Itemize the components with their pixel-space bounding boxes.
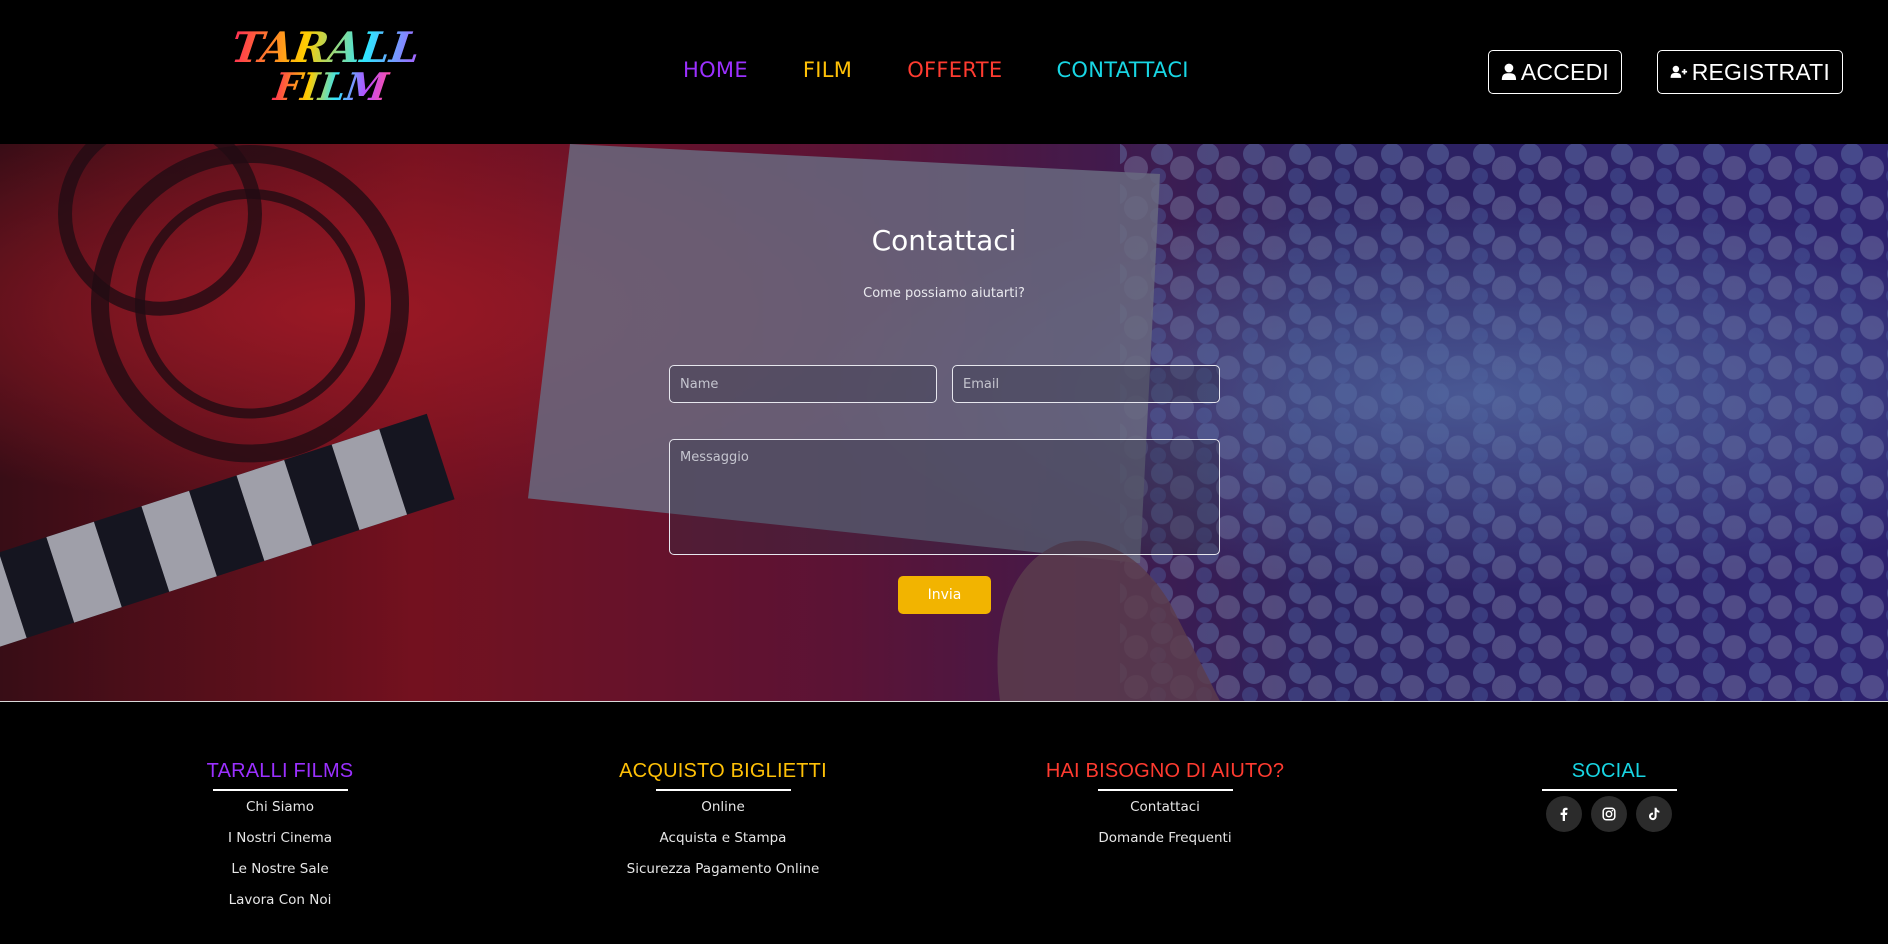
facebook-icon xyxy=(1560,807,1568,821)
footer-col2-title: ACQUISTO BIGLIETTI xyxy=(619,760,827,782)
footer-col1-title: TARALLI FILMS xyxy=(206,760,354,782)
footer-col4-divider xyxy=(1541,789,1677,791)
footer-column-social: SOCIAL xyxy=(1531,760,1687,832)
footer-link-label: Contattaci xyxy=(1130,799,1200,815)
site-footer: TARALLI FILMS Chi Siamo I Nostri Cinema … xyxy=(0,703,1888,944)
name-input[interactable] xyxy=(669,365,937,403)
footer-link-acquista-stampa[interactable]: Acquista e Stampa xyxy=(611,826,835,857)
site-header: TARALLI's FILM HOME FILM OFFERTE CONTATT… xyxy=(0,0,1888,144)
contact-subtitle: Come possiamo aiutarti? xyxy=(863,286,1025,301)
footer-link-label: Online xyxy=(701,799,745,815)
footer-link-label: I Nostri Cinema xyxy=(227,830,332,846)
nav-film[interactable]: FILM xyxy=(803,58,852,82)
nav-home[interactable]: HOME xyxy=(683,58,748,82)
tiktok-button[interactable] xyxy=(1636,796,1672,832)
footer-link-online[interactable]: Online xyxy=(611,795,835,826)
send-button[interactable]: Invia xyxy=(898,576,991,614)
contact-hero: Contattaci Come possiamo aiutarti? Invia xyxy=(0,144,1888,702)
registrati-button[interactable]: REGISTRATI xyxy=(1657,50,1843,94)
footer-link-lavora-con-noi[interactable]: Lavora Con Noi xyxy=(199,888,361,919)
footer-link-label: Sicurezza Pagamento Online xyxy=(626,861,820,877)
social-links xyxy=(1531,796,1687,832)
logo-text-line2: FILM xyxy=(270,65,393,110)
footer-column-aiuto: HAI BISOGNO DI AIUTO? Contattaci Domande… xyxy=(1040,760,1290,857)
tiktok-icon xyxy=(1649,807,1660,821)
email-input[interactable] xyxy=(952,365,1220,403)
registrati-label: REGISTRATI xyxy=(1691,58,1830,85)
footer-column-taralli-films: TARALLI FILMS Chi Siamo I Nostri Cinema … xyxy=(199,760,361,919)
footer-link-chi-siamo[interactable]: Chi Siamo xyxy=(199,795,361,826)
nav-offerte[interactable]: OFFERTE xyxy=(907,58,1002,82)
footer-link-label: Domande Frequenti xyxy=(1098,830,1232,846)
facebook-button[interactable] xyxy=(1546,796,1582,832)
footer-col3-title: HAI BISOGNO DI AIUTO? xyxy=(1045,760,1285,782)
accedi-button[interactable]: ACCEDI xyxy=(1488,50,1622,94)
footer-col3-divider xyxy=(1097,789,1233,791)
site-logo[interactable]: TARALLI's FILM xyxy=(232,18,417,110)
footer-link-contattaci[interactable]: Contattaci xyxy=(1040,795,1290,826)
nav-contattaci[interactable]: CONTATTACI xyxy=(1056,58,1188,82)
contact-title: Contattaci xyxy=(871,224,1017,257)
footer-column-acquisto-biglietti: ACQUISTO BIGLIETTI Online Acquista e Sta… xyxy=(611,760,835,888)
instagram-button[interactable] xyxy=(1591,796,1627,832)
main-nav: HOME FILM OFFERTE CONTATTACI xyxy=(683,58,1189,82)
accedi-label: ACCEDI xyxy=(1520,58,1609,85)
footer-link-label: Acquista e Stampa xyxy=(659,830,787,846)
user-plus-icon xyxy=(1670,65,1688,78)
footer-link-nostre-sale[interactable]: Le Nostre Sale xyxy=(199,857,361,888)
footer-col4-title: SOCIAL xyxy=(1571,760,1647,782)
message-textarea[interactable] xyxy=(669,439,1220,555)
footer-link-label: Chi Siamo xyxy=(245,799,315,815)
user-icon xyxy=(1501,63,1517,80)
footer-col2-divider xyxy=(655,789,791,791)
footer-link-label: Lavora Con Noi xyxy=(228,892,332,908)
instagram-icon xyxy=(1602,807,1616,821)
footer-link-sicurezza-pagamento[interactable]: Sicurezza Pagamento Online xyxy=(611,857,835,888)
footer-link-label: Le Nostre Sale xyxy=(231,861,329,877)
footer-col1-divider xyxy=(212,789,348,791)
footer-link-nostri-cinema[interactable]: I Nostri Cinema xyxy=(199,826,361,857)
footer-link-domande-frequenti[interactable]: Domande Frequenti xyxy=(1040,826,1290,857)
